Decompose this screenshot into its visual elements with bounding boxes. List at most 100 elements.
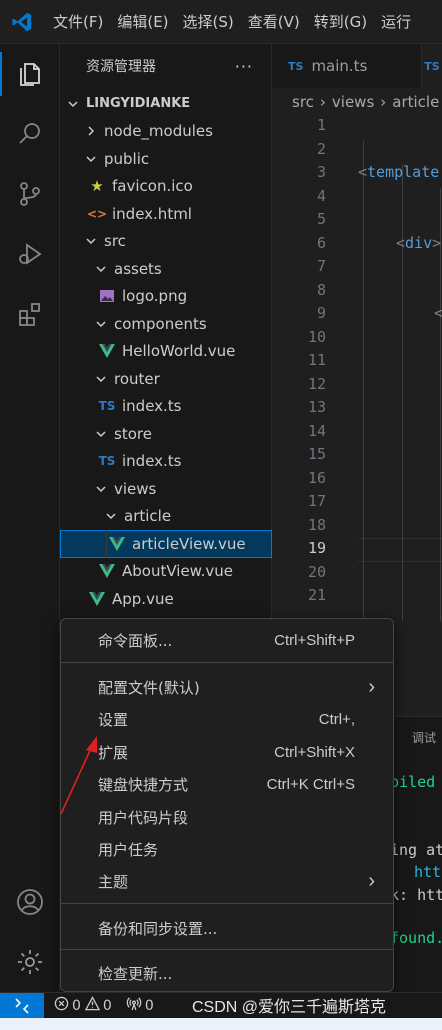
tree-folder-node-modules[interactable]: node_modules [60, 118, 272, 146]
tab-label: main.ts [311, 57, 368, 75]
html-icon: <> [86, 206, 108, 221]
line-number: 9 [316, 304, 326, 322]
tree-item-label: store [114, 424, 152, 443]
explorer-icon[interactable] [0, 46, 60, 102]
tree-folder-assets[interactable]: assets [60, 255, 272, 283]
warning-icon [84, 996, 101, 1015]
menu-go[interactable]: 转到(G) [307, 0, 374, 44]
tree-folder-article[interactable]: article [60, 503, 272, 531]
terminal-line: piled [390, 773, 436, 791]
line-number: 16 [307, 468, 326, 487]
line-number: 3 [316, 163, 326, 181]
line-number: 20 [307, 562, 326, 581]
chevron-right-icon: › [368, 869, 375, 892]
run-debug-icon[interactable] [0, 226, 60, 282]
line-number: 19 [307, 539, 326, 557]
code-token: < [434, 304, 442, 322]
line-number: 10 [307, 327, 326, 346]
tree-root[interactable]: LINGYIDIANKE [60, 90, 272, 118]
manage-gear-icon[interactable] [0, 934, 60, 990]
menu-item-label: 用户任务 [98, 840, 159, 859]
extensions-icon[interactable] [0, 286, 60, 342]
menu-item-label: 设置 [98, 710, 129, 729]
star-icon: ★ [90, 177, 104, 196]
source-control-icon[interactable] [0, 166, 60, 222]
tree-file-router-index[interactable]: TS index.ts [60, 393, 272, 421]
vue-icon [98, 344, 116, 359]
menu-file[interactable]: 文件(F) [44, 0, 110, 44]
line-number: 11 [307, 351, 326, 369]
tree-folder-src[interactable]: src [60, 228, 272, 256]
menu-item-label: 备份和同步设置... [98, 919, 218, 938]
menu-item-label: 检查更新... [98, 964, 173, 983]
menu-item-shortcut: Ctrl+Shift+P [274, 631, 355, 649]
line-number: 8 [316, 280, 326, 299]
error-count: 0 [72, 997, 81, 1014]
line-number: 14 [307, 421, 326, 440]
tree-item-label: components [114, 314, 207, 333]
line-number: 13 [307, 398, 326, 416]
menu-run[interactable]: 运行 [374, 0, 418, 44]
tree-item-label: node_modules [104, 122, 213, 141]
breadcrumb-item[interactable]: article [392, 93, 439, 111]
tree-item-label: logo.png [122, 287, 188, 306]
tree-file-store-index[interactable]: TS index.ts [60, 448, 272, 476]
code-token: < [396, 233, 406, 252]
tree-file-index-html[interactable]: <> index.html [60, 200, 272, 228]
editor-tabs: TS main.ts TS [272, 44, 442, 88]
tab-partial[interactable]: TS [422, 44, 442, 88]
menu-separator [61, 903, 393, 904]
tree-file-articleview[interactable]: articleView.vue [60, 530, 272, 558]
menu-edit[interactable]: 编辑(E) [110, 0, 175, 44]
menu-user-tasks[interactable]: 用户任务 [61, 834, 393, 864]
line-number: 1 [316, 116, 326, 134]
annotation-arrow-head [86, 736, 97, 753]
chevron-down-icon [94, 318, 108, 330]
chevron-down-icon [94, 483, 108, 495]
tree-folder-components[interactable]: components [60, 310, 272, 338]
line-number: 7 [316, 257, 326, 275]
tree-folder-views[interactable]: views [60, 475, 272, 503]
tree-item-label: App.vue [112, 589, 174, 608]
terminal-line: found. [390, 929, 442, 947]
menu-view[interactable]: 查看(V) [241, 0, 307, 44]
breadcrumb-item[interactable]: views [332, 93, 374, 111]
activity-bar [0, 44, 60, 992]
line-number: 21 [307, 586, 326, 604]
annotation-arrow [60, 736, 97, 815]
menu-profiles[interactable]: 配置文件(默认) › [61, 672, 393, 702]
menu-themes[interactable]: 主题 › [61, 866, 393, 896]
code-content[interactable]: <template <div> < [358, 114, 442, 373]
tree-file-logo[interactable]: logo.png [60, 283, 272, 311]
breadcrumb-item[interactable]: src [292, 93, 314, 111]
menu-selection[interactable]: 选择(S) [176, 0, 241, 44]
tree-folder-store[interactable]: store [60, 420, 272, 448]
panel-tab-debug[interactable]: 调试 [412, 729, 436, 746]
line-number: 12 [307, 374, 326, 393]
tree-file-helloworld[interactable]: HelloWorld.vue [60, 338, 272, 366]
menu-item-label: 配置文件(默认) [98, 678, 200, 697]
tree-item-label: index.ts [122, 397, 182, 416]
tree-file-favicon[interactable]: ★ favicon.ico [60, 173, 272, 201]
tab-main-ts[interactable]: TS main.ts [272, 44, 422, 88]
problems-status[interactable]: 0 0 [54, 996, 112, 1015]
tree-file-aboutview[interactable]: AboutView.vue [60, 558, 272, 586]
tree-folder-router[interactable]: router [60, 365, 272, 393]
vue-icon [98, 564, 116, 579]
explorer-header: 资源管理器 ··· [60, 44, 271, 88]
menu-check-updates[interactable]: 检查更新... [61, 958, 393, 988]
menu-command-palette[interactable]: 命令面板... Ctrl+Shift+P [61, 625, 393, 655]
terminal-line: htt [414, 863, 442, 881]
tree-file-app-vue[interactable]: App.vue [60, 585, 272, 613]
account-icon[interactable] [0, 874, 60, 930]
remote-icon[interactable] [0, 992, 44, 1019]
tree-folder-public[interactable]: public [60, 145, 272, 173]
tree-item-label: article [124, 507, 172, 526]
title-bar: 文件(F) 编辑(E) 选择(S) 查看(V) 转到(G) 运行 [0, 0, 442, 44]
ports-status[interactable]: 0 [126, 996, 154, 1015]
menu-backup-sync[interactable]: 备份和同步设置... [61, 913, 393, 943]
more-actions-icon[interactable]: ··· [235, 57, 253, 76]
code-token: div [405, 233, 433, 252]
line-number: 18 [307, 515, 326, 534]
search-icon[interactable] [0, 106, 60, 162]
